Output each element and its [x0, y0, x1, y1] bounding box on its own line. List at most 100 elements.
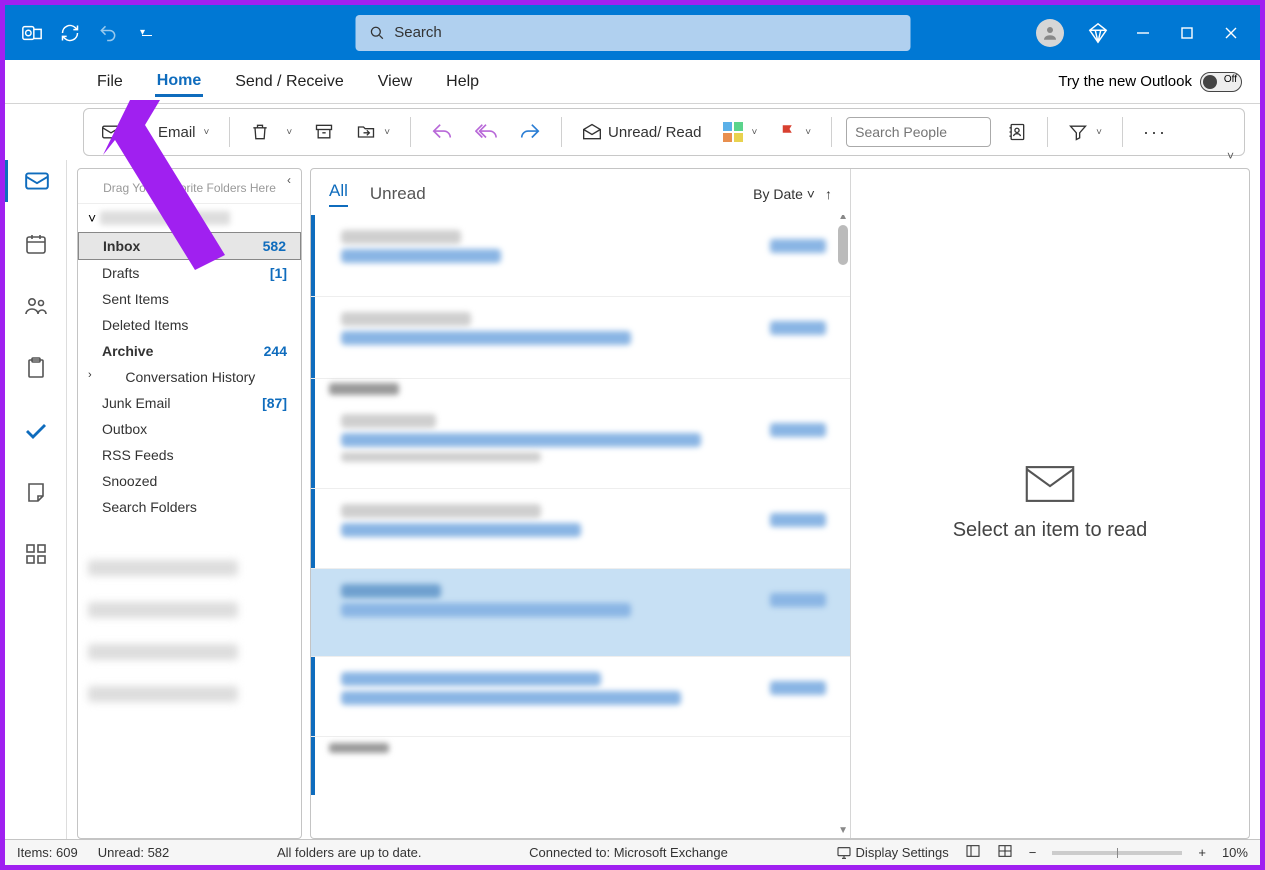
archive-icon — [314, 122, 334, 142]
rail-tasks[interactable] — [5, 348, 66, 388]
account-row[interactable] — [88, 686, 238, 702]
reply-all-button[interactable] — [469, 117, 503, 147]
message-item[interactable] — [311, 489, 850, 569]
sort-by-date[interactable]: By Date ˅ — [753, 186, 815, 202]
calendar-icon — [24, 232, 48, 256]
scroll-down-button[interactable]: ▼ — [838, 825, 848, 836]
account-header[interactable]: ˅ — [78, 204, 301, 232]
apps-grid-icon — [24, 542, 48, 566]
search-icon — [369, 25, 384, 41]
account-row[interactable] — [88, 644, 238, 660]
reply-all-icon — [475, 121, 497, 143]
status-connection: Connected to: Microsoft Exchange — [529, 845, 728, 860]
ribbon-toolbar: Email ˅ ˅ ˅ Unread/ Read ˅ ˅ — [83, 108, 1245, 156]
ellipsis-icon: ··· — [1143, 122, 1167, 143]
tab-home[interactable]: Home — [155, 66, 203, 97]
collapse-ribbon-button[interactable]: ˅ — [1227, 149, 1234, 163]
zoom-slider[interactable] — [1052, 851, 1182, 855]
zoom-in-button[interactable]: + — [1198, 845, 1206, 860]
tab-view[interactable]: View — [376, 67, 414, 97]
view-reading-button[interactable] — [997, 843, 1013, 862]
move-button[interactable]: ˅ — [350, 118, 396, 146]
note-icon — [24, 480, 48, 504]
reply-button[interactable] — [425, 117, 459, 147]
qat-dropdown-icon[interactable]: ▾ — [134, 21, 158, 45]
unread-read-label: Unread/ Read — [608, 124, 701, 141]
flag-button[interactable]: ˅ — [773, 119, 817, 145]
envelope-icon — [100, 121, 122, 143]
rail-calendar[interactable] — [5, 224, 66, 264]
folder-rss-feeds[interactable]: RSS Feeds — [78, 442, 301, 468]
zoom-out-button[interactable]: − — [1029, 845, 1037, 860]
status-sync: All folders are up to date. — [277, 845, 422, 860]
display-settings-icon — [836, 845, 852, 861]
folder-snoozed[interactable]: Snoozed — [78, 468, 301, 494]
status-unread-count: Unread: 582 — [98, 845, 170, 860]
account-row[interactable] — [88, 602, 238, 618]
move-to-folder-icon — [356, 122, 376, 142]
close-button[interactable] — [1220, 22, 1242, 44]
filter-button[interactable]: ˅ — [1062, 118, 1108, 146]
forward-button[interactable] — [513, 117, 547, 147]
folder-archive[interactable]: Archive244 — [78, 338, 301, 364]
premium-icon[interactable] — [1086, 21, 1110, 45]
folder-pane: ‹ Drag Your Favorite Folders Here ˅ Inbo… — [77, 168, 302, 839]
display-settings-button[interactable]: Display Settings — [836, 845, 949, 861]
search-people[interactable] — [846, 117, 991, 147]
message-item[interactable] — [311, 657, 850, 737]
people-icon — [24, 294, 48, 318]
folder-sent-items[interactable]: Sent Items — [78, 286, 301, 312]
folder-outbox[interactable]: Outbox — [78, 416, 301, 442]
more-commands-button[interactable]: ··· — [1137, 118, 1173, 147]
message-item[interactable] — [311, 215, 850, 297]
folder-drafts[interactable]: Drafts[1] — [78, 260, 301, 286]
account-avatar[interactable] — [1036, 19, 1064, 47]
message-item[interactable] — [311, 297, 850, 379]
title-bar: ▾ — [5, 5, 1260, 60]
reading-pane-empty-message: Select an item to read — [953, 519, 1148, 542]
folder-conversation-history[interactable]: ›Conversation History — [78, 364, 301, 390]
collapse-favorites-icon[interactable]: ‹ — [287, 173, 291, 187]
global-search[interactable] — [355, 15, 910, 51]
folder-search-folders[interactable]: Search Folders — [78, 494, 301, 520]
rail-notes[interactable] — [5, 472, 66, 512]
address-book-icon — [1007, 122, 1027, 142]
message-item-selected[interactable] — [311, 569, 850, 657]
mail-open-icon — [582, 122, 602, 142]
tab-help[interactable]: Help — [444, 67, 481, 97]
minimize-button[interactable] — [1132, 22, 1154, 44]
new-email-button[interactable]: Email ˅ — [94, 117, 215, 147]
search-input[interactable] — [394, 24, 896, 41]
view-normal-button[interactable] — [965, 843, 981, 862]
reading-pane: Select an item to read — [851, 169, 1249, 838]
message-list-pane: All Unread By Date ˅ ↑ ▲ — [311, 169, 851, 838]
folder-inbox[interactable]: Inbox582 — [78, 232, 301, 260]
archive-button[interactable] — [308, 118, 340, 146]
tab-send-receive[interactable]: Send / Receive — [233, 67, 346, 97]
folder-junk-email[interactable]: Junk Email[87] — [78, 390, 301, 416]
account-row[interactable] — [88, 560, 238, 576]
folder-deleted-items[interactable]: Deleted Items — [78, 312, 301, 338]
undo-icon[interactable] — [96, 21, 120, 45]
rail-more-apps[interactable] — [5, 534, 66, 574]
try-new-outlook-toggle[interactable]: Off — [1200, 72, 1242, 92]
filter-all-tab[interactable]: All — [329, 181, 348, 207]
unread-read-button[interactable]: Unread/ Read — [576, 118, 707, 146]
sort-direction-button[interactable]: ↑ — [825, 186, 832, 202]
delete-button[interactable]: ˅ — [244, 118, 298, 146]
status-bar: Items: 609 Unread: 582 All folders are u… — [5, 839, 1260, 865]
sync-icon[interactable] — [58, 21, 82, 45]
filter-unread-tab[interactable]: Unread — [370, 184, 426, 204]
rail-mail[interactable] — [5, 160, 66, 202]
outlook-logo-icon — [20, 21, 44, 45]
tab-file[interactable]: File — [95, 67, 125, 97]
message-item[interactable] — [311, 399, 850, 489]
rail-todo[interactable] — [5, 410, 66, 450]
categorize-button[interactable]: ˅ — [717, 118, 763, 146]
maximize-button[interactable] — [1176, 22, 1198, 44]
address-book-button[interactable] — [1001, 118, 1033, 146]
rail-people[interactable] — [5, 286, 66, 326]
search-people-input[interactable] — [846, 117, 991, 147]
status-items-count: Items: 609 — [17, 845, 78, 860]
categorize-icon — [723, 122, 743, 142]
